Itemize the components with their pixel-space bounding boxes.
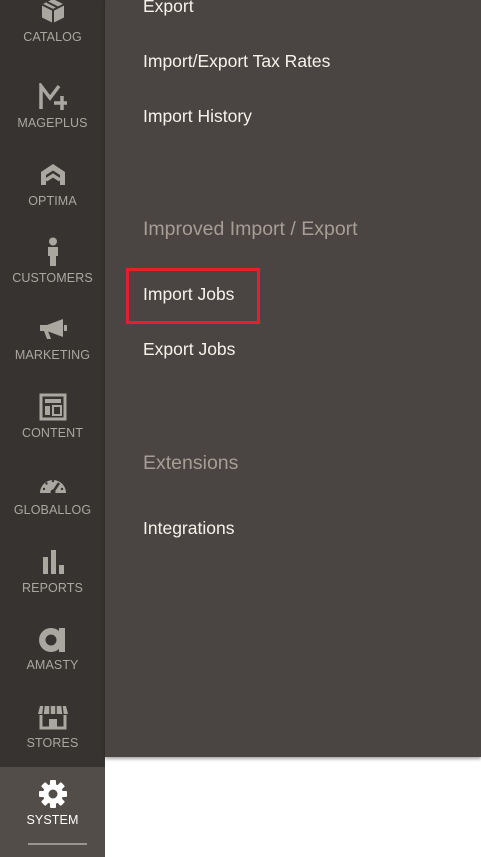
- sidebar-item-label: MARKETING: [14, 348, 91, 362]
- admin-page: CATALOG MAGEPLUS OPTIMA CUSTOMERS MARKET: [0, 0, 481, 857]
- sidebar-item-mageplus[interactable]: MAGEPLUS: [0, 82, 105, 160]
- sidebar-item-catalog[interactable]: CATALOG: [0, 0, 105, 74]
- content-layout-icon: [36, 392, 70, 422]
- system-submenu-panel: Export Import/Export Tax Rates Import Hi…: [105, 0, 481, 757]
- sidebar-item-label: CATALOG: [23, 30, 82, 44]
- optima-logo-icon: [36, 160, 70, 190]
- megaphone-icon: [36, 314, 70, 344]
- sidebar-item-label: SYSTEM: [26, 813, 79, 827]
- sidebar-item-label: MAGEPLUS: [17, 116, 88, 130]
- menu-link-import-export-tax-rates[interactable]: Import/Export Tax Rates: [143, 51, 330, 72]
- amasty-logo-icon: [36, 624, 70, 654]
- sidebar-item-label: CONTENT: [21, 426, 84, 440]
- sidebar-item-globallog[interactable]: GLOBALLOG: [0, 469, 105, 547]
- admin-sidebar: CATALOG MAGEPLUS OPTIMA CUSTOMERS MARKET: [0, 0, 105, 857]
- sidebar-item-reports[interactable]: REPORTS: [0, 547, 105, 625]
- active-item-indicator: [28, 843, 87, 845]
- menu-link-integrations[interactable]: Integrations: [143, 518, 234, 539]
- catalog-box-icon: [36, 0, 70, 26]
- sidebar-item-label: AMASTY: [26, 658, 79, 672]
- section-title-extensions: Extensions: [143, 452, 239, 474]
- menu-link-import-history[interactable]: Import History: [143, 106, 252, 127]
- sidebar-item-marketing[interactable]: MARKETING: [0, 314, 105, 392]
- storefront-icon: [36, 702, 70, 732]
- sidebar-item-label: STORES: [26, 736, 79, 750]
- menu-link-export[interactable]: Export: [143, 0, 194, 17]
- sidebar-item-content[interactable]: CONTENT: [0, 392, 105, 470]
- sidebar-item-label: CUSTOMERS: [12, 271, 93, 285]
- sidebar-item-customers[interactable]: CUSTOMERS: [0, 237, 105, 315]
- sidebar-item-amasty[interactable]: AMASTY: [0, 624, 105, 702]
- sidebar-item-label: REPORTS: [22, 581, 83, 595]
- gear-icon: [36, 779, 70, 809]
- menu-link-import-jobs[interactable]: Import Jobs: [143, 284, 234, 305]
- bar-chart-icon: [36, 547, 70, 577]
- sidebar-item-optima[interactable]: OPTIMA: [0, 160, 105, 238]
- mageplus-logo-icon: [36, 82, 70, 112]
- section-title-improved-import-export: Improved Import / Export: [143, 218, 358, 240]
- speedometer-icon: [36, 469, 70, 499]
- sidebar-item-label: GLOBALLOG: [13, 503, 92, 517]
- sidebar-item-label: OPTIMA: [28, 194, 77, 208]
- customer-person-icon: [36, 237, 70, 267]
- menu-link-export-jobs[interactable]: Export Jobs: [143, 339, 235, 360]
